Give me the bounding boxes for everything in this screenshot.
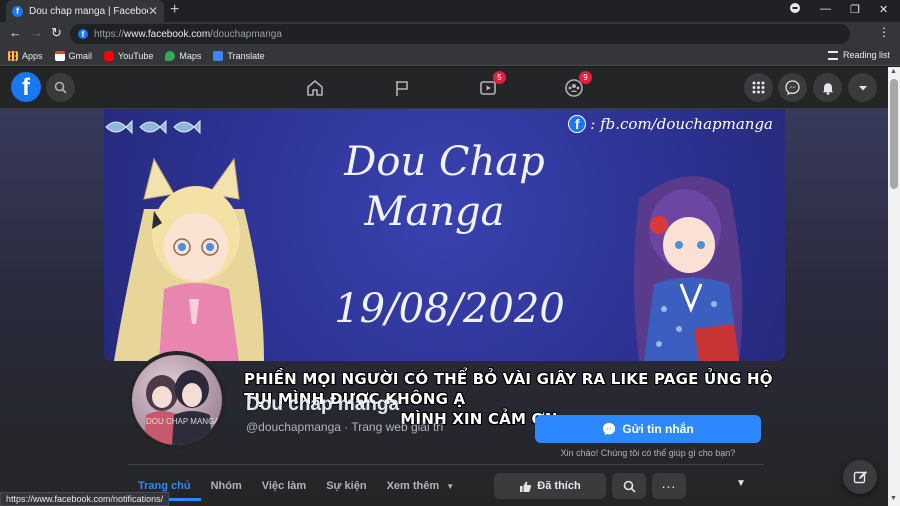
browser-toolbar: ← → ↻ f https://www.facebook.com/douchap… xyxy=(0,22,900,46)
restore-icon[interactable]: ❐ xyxy=(850,3,860,16)
reading-list-button[interactable]: Reading list xyxy=(827,50,890,60)
account-menu-button[interactable] xyxy=(848,73,877,102)
page-tabs: Trang chủ Nhóm Việc làm Sự kiện Xem thêm… xyxy=(128,474,464,501)
fish-decoration-icon xyxy=(105,119,201,135)
messenger-button[interactable] xyxy=(778,73,807,102)
cover-handle-text: : fb.com/douchapmanga xyxy=(590,115,773,133)
ellipsis-icon: ... xyxy=(661,475,677,491)
bookmark-maps[interactable]: Maps xyxy=(165,50,202,61)
bookmark-translate[interactable]: Translate xyxy=(213,50,265,61)
bookmark-label: Gmail xyxy=(68,50,93,61)
browser-menu-icon[interactable]: ⋮ xyxy=(878,25,890,39)
new-tab-button[interactable]: + xyxy=(170,1,179,19)
close-window-icon[interactable]: ✕ xyxy=(879,3,888,16)
watch-nav-button[interactable]: 5 xyxy=(474,71,506,102)
maps-icon xyxy=(165,50,176,61)
search-button[interactable] xyxy=(46,73,75,102)
facebook-favicon-icon: f xyxy=(12,5,23,17)
liked-button[interactable]: Đã thích xyxy=(494,473,606,499)
address-bar[interactable]: f https://www.facebook.com/douchapmanga xyxy=(70,24,850,44)
minimize-icon[interactable]: — xyxy=(820,3,831,15)
send-message-button[interactable]: Gửi tin nhắn xyxy=(535,415,761,443)
reading-list-icon xyxy=(827,50,838,60)
search-icon xyxy=(623,480,636,493)
facebook-favicon-icon: f xyxy=(78,29,88,39)
page-title: Dou chap manga xyxy=(246,394,400,415)
reading-list-label: Reading list xyxy=(842,50,890,60)
purple-girl-illustration xyxy=(634,176,743,361)
scroll-thumb[interactable] xyxy=(890,79,898,189)
forward-icon[interactable]: → xyxy=(30,25,43,40)
close-tab-icon[interactable]: ✕ xyxy=(148,4,158,18)
bookmark-label: YouTube xyxy=(118,50,154,61)
grid-menu-icon xyxy=(752,81,765,94)
more-options-button[interactable]: ... xyxy=(652,473,686,499)
tab-more[interactable]: Xem thêm ▼ xyxy=(377,474,465,501)
cover-handle: f : fb.com/douchapmanga xyxy=(568,115,773,133)
menu-button[interactable] xyxy=(744,73,773,102)
avatar-illustration xyxy=(144,370,212,445)
bell-icon xyxy=(822,82,833,95)
messenger-icon xyxy=(785,80,800,95)
tab-jobs[interactable]: Việc làm xyxy=(252,474,316,501)
groups-nav-button[interactable]: 9 xyxy=(560,71,592,102)
bookmark-label: Apps xyxy=(22,50,43,61)
avatar-watermark: DOU CHAP MANGA xyxy=(146,417,220,426)
reload-icon[interactable]: ↻ xyxy=(51,25,62,41)
profile-icon[interactable] xyxy=(790,3,800,16)
apps-grid-icon xyxy=(8,50,18,61)
messenger-icon xyxy=(603,422,616,436)
facebook-logo-icon: f xyxy=(568,115,587,133)
url-path: /douchapmanga xyxy=(210,28,282,40)
bookmark-gmail[interactable]: Gmail xyxy=(54,50,93,61)
bookmarks-bar: Apps Gmail YouTube Maps Translate Readin… xyxy=(0,46,900,66)
browser-tabstrip: f Dou chap manga | Facebook ✕ + — ❐ ✕ xyxy=(0,0,900,22)
facebook-logo-icon[interactable]: f xyxy=(11,72,41,102)
send-message-label: Gửi tin nhắn xyxy=(622,422,694,436)
bookmark-apps[interactable]: Apps xyxy=(8,50,43,61)
home-icon xyxy=(307,80,323,96)
bookmark-youtube[interactable]: YouTube xyxy=(104,50,154,61)
groups-badge: 9 xyxy=(579,71,592,84)
browser-tab[interactable]: f Dou chap manga | Facebook ✕ xyxy=(6,0,164,22)
home-nav-button[interactable] xyxy=(301,74,329,102)
scroll-up-arrow-icon[interactable]: ▲ xyxy=(890,68,897,75)
greeting-text: Xin chào! Chúng tôi có thể giúp gì cho b… xyxy=(560,448,736,458)
chevron-down-icon xyxy=(858,85,867,90)
notifications-button[interactable] xyxy=(813,73,842,102)
tab-groups[interactable]: Nhóm xyxy=(201,474,252,501)
page-search-button[interactable] xyxy=(612,473,646,499)
chevron-down-icon[interactable]: ▼ xyxy=(736,478,746,489)
bookmark-label: Maps xyxy=(179,50,202,61)
scroll-down-arrow-icon[interactable]: ▼ xyxy=(890,495,897,502)
watch-badge: 5 xyxy=(493,71,506,84)
chevron-down-icon: ▼ xyxy=(446,482,455,491)
flag-icon xyxy=(396,81,408,96)
page-subtitle: @douchapmanga · Trang web giải trí xyxy=(246,420,444,434)
search-icon xyxy=(54,81,67,94)
new-message-button[interactable] xyxy=(843,460,877,494)
tab-more-label: Xem thêm xyxy=(386,480,440,492)
divider xyxy=(128,464,764,465)
gmail-icon xyxy=(54,50,65,61)
bookmark-label: Translate xyxy=(227,50,265,61)
url-prefix: https:// xyxy=(94,28,125,40)
pages-nav-button[interactable] xyxy=(388,74,416,102)
thumbs-up-icon xyxy=(520,481,532,492)
url-host: www.facebook.com xyxy=(124,28,211,40)
cover-photo[interactable]: f : fb.com/douchapmanga Dou Chap Manga 1… xyxy=(104,109,785,361)
blonde-girl-illustration xyxy=(114,157,264,361)
status-bar-url: https://www.facebook.com/notifications/ xyxy=(0,492,170,506)
youtube-icon xyxy=(104,50,115,61)
profile-avatar[interactable]: DOU CHAP MANGA xyxy=(128,351,226,449)
back-icon[interactable]: ← xyxy=(9,25,22,40)
page-scrollbar[interactable]: ▲ ▼ xyxy=(888,67,900,506)
facebook-header: f 5 9 xyxy=(0,67,888,109)
tab-title: Dou chap manga | Facebook xyxy=(29,5,148,17)
translate-icon xyxy=(213,50,224,61)
tab-events[interactable]: Sự kiện xyxy=(316,474,376,501)
liked-label: Đã thích xyxy=(537,480,581,492)
compose-icon xyxy=(853,470,867,483)
